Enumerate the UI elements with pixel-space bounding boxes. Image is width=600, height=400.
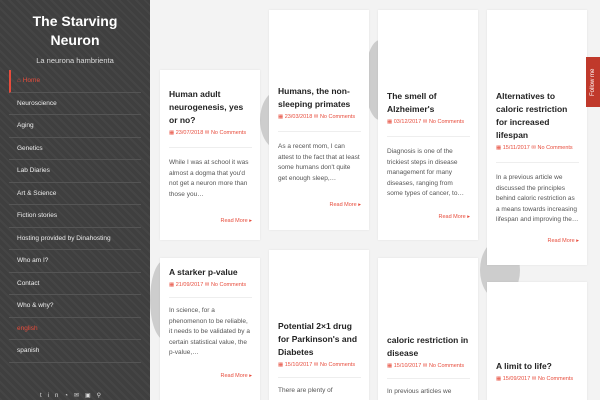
read-more-link[interactable]: Read More ▸: [387, 214, 470, 220]
post-excerpt: Diagnosis is one of the trickiest steps …: [387, 148, 464, 197]
nav-item-contact[interactable]: Contact: [9, 273, 141, 295]
instagram-icon[interactable]: ▣: [85, 393, 97, 399]
post-excerpt: In previous articles we: [387, 388, 452, 395]
post-card[interactable]: Alternatives to caloric restriction for …: [487, 10, 587, 265]
read-more-link[interactable]: Read More ▸: [169, 218, 252, 224]
sidebar: The Starving Neuron La neurona hambrient…: [0, 0, 150, 400]
nav-item-home[interactable]: ⌂ Home: [9, 70, 141, 93]
calendar-icon: ▦: [169, 282, 176, 288]
divider: [278, 131, 361, 132]
post-meta: ▦ 15/10/2017 ✉ No Comments: [278, 362, 356, 368]
post-title[interactable]: A starker p-value: [169, 266, 252, 279]
post-meta: ▦ 23/03/2018 ✉ No Comments: [278, 114, 356, 120]
nav-item-who-why[interactable]: Who & why?: [9, 295, 141, 318]
post-excerpt: While I was at school it was almost a do…: [169, 159, 249, 198]
post-title[interactable]: A limit to life?: [496, 360, 579, 373]
follow-me-tab[interactable]: Follow me: [586, 57, 600, 107]
divider: [387, 136, 470, 137]
calendar-icon: ▦: [387, 363, 394, 369]
rss-icon[interactable]: ◔: [64, 393, 74, 399]
nav-item-genetics[interactable]: Genetics: [9, 138, 141, 160]
main-nav: ⌂ Home Neuroscience Aging Genetics Lab D…: [9, 70, 141, 363]
calendar-icon: ▦: [387, 119, 394, 125]
nav-item-neuroscience[interactable]: Neuroscience: [9, 93, 141, 115]
read-more-link[interactable]: Read More ▸: [496, 238, 579, 244]
nav-item-aging[interactable]: Aging: [9, 115, 141, 138]
email-icon[interactable]: ✉: [74, 393, 85, 399]
read-more-link[interactable]: Read More ▸: [169, 373, 252, 379]
post-meta: ▦ 23/07/2018 ✉ No Comments: [169, 130, 247, 136]
post-card[interactable]: A limit to life? ▦ 15/09/2017 ✉ No Comme…: [487, 282, 587, 400]
divider: [496, 162, 579, 163]
post-card[interactable]: A starker p-value ▦ 21/09/2017 ✉ No Comm…: [160, 258, 260, 400]
nav-item-hosting[interactable]: Hosting provided by Dinahosting: [9, 228, 141, 250]
calendar-icon: ▦: [496, 376, 503, 382]
post-meta: ▦ 21/09/2017 ✉ No Comments: [169, 282, 247, 288]
post-card[interactable]: Human adult neurogenesis, yes or no? ▦ 2…: [160, 70, 260, 240]
post-title[interactable]: Alternatives to caloric restriction for …: [496, 90, 579, 142]
site-title-line2[interactable]: Neuron: [0, 31, 150, 50]
divider: [169, 147, 252, 148]
post-title[interactable]: Potential 2×1 drug for Parkinson's and D…: [278, 320, 361, 359]
post-title[interactable]: caloric restriction in disease: [387, 334, 470, 360]
divider: [169, 297, 252, 298]
post-excerpt: In a previous article we discussed the p…: [496, 174, 579, 223]
post-meta: ▦ 15/09/2017 ✉ No Comments: [496, 376, 574, 382]
divider: [387, 378, 470, 379]
post-meta: ▦ 03/12/2017 ✉ No Comments: [387, 119, 465, 125]
site-title-line1[interactable]: The Starving: [0, 12, 150, 31]
twitter-icon[interactable]: t: [40, 393, 48, 399]
search-icon[interactable]: ⚲: [97, 393, 107, 399]
post-card[interactable]: caloric restriction in disease ▦ 15/10/2…: [378, 258, 478, 400]
nav-item-art-science[interactable]: Art & Science: [9, 183, 141, 205]
nav-item-lab-diaries[interactable]: Lab Diaries: [9, 160, 141, 183]
read-more-link[interactable]: Read More ▸: [278, 202, 361, 208]
calendar-icon: ▦: [278, 362, 285, 368]
site-tagline: La neurona hambrienta: [36, 56, 114, 65]
nav-item-fiction-stories[interactable]: Fiction stories: [9, 205, 141, 228]
posts-grid: Human adult neurogenesis, yes or no? ▦ 2…: [150, 0, 600, 400]
calendar-icon: ▦: [169, 130, 176, 136]
divider: [278, 377, 361, 378]
site-title[interactable]: The Starving Neuron: [0, 12, 150, 50]
post-excerpt: As a recent mom, I can attest to the fac…: [278, 143, 360, 182]
post-title[interactable]: Humans, the non-sleeping primates: [278, 85, 361, 111]
post-card[interactable]: The smell of Alzheimer's ▦ 03/12/2017 ✉ …: [378, 10, 478, 240]
calendar-icon: ▦: [496, 145, 503, 151]
social-links: tin◔✉▣⚲: [40, 392, 107, 399]
nav-item-spanish[interactable]: spanish: [9, 340, 141, 363]
nav-item-who-am-i[interactable]: Who am I?: [9, 250, 141, 273]
post-card[interactable]: Potential 2×1 drug for Parkinson's and D…: [269, 250, 369, 400]
post-card[interactable]: Humans, the non-sleeping primates ▦ 23/0…: [269, 10, 369, 230]
calendar-icon: ▦: [278, 114, 285, 120]
nav-item-english[interactable]: english: [9, 318, 141, 340]
post-excerpt: In science, for a phenomenon to be relia…: [169, 307, 250, 356]
linkedin-icon[interactable]: in: [48, 393, 65, 399]
post-meta: ▦ 15/10/2017 ✉ No Comments: [387, 363, 465, 369]
post-title[interactable]: Human adult neurogenesis, yes or no?: [169, 88, 252, 127]
post-excerpt: There are plenty of: [278, 387, 333, 394]
post-title[interactable]: The smell of Alzheimer's: [387, 90, 470, 116]
post-meta: ▦ 15/11/2017 ✉ No Comments: [496, 145, 573, 151]
